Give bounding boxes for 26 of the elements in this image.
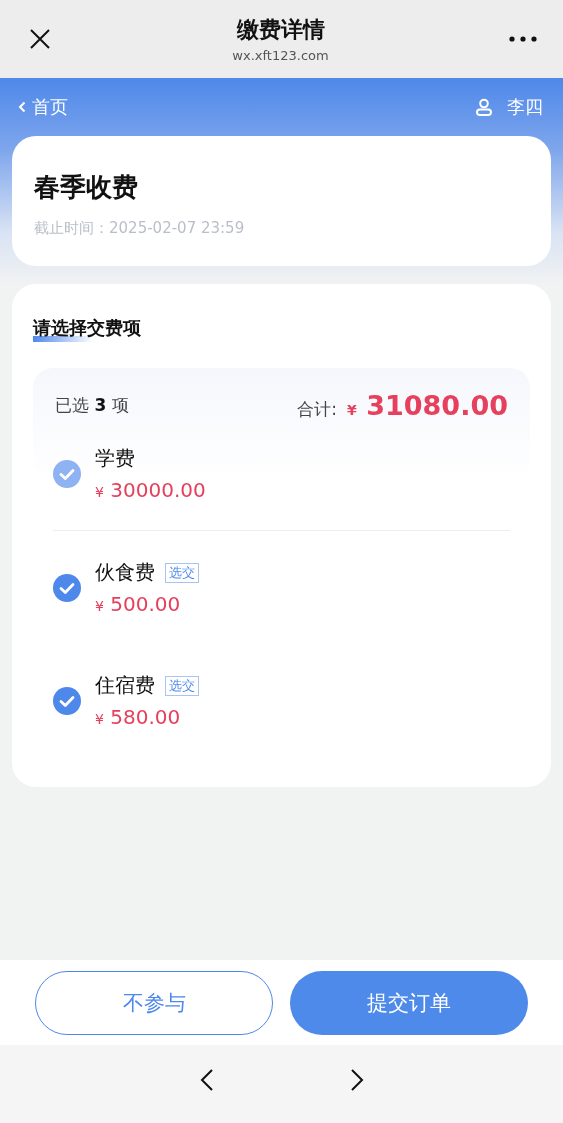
selected-count: 已选 3 项 [55, 394, 129, 417]
section-heading: 请选择交费项 [33, 316, 141, 340]
more-icon[interactable] [509, 36, 537, 42]
optional-tag: 选交 [165, 562, 199, 583]
page-url: wx.xft123.com [232, 48, 329, 63]
optional-tag: 选交 [165, 675, 199, 696]
fee-amount: ¥ 500.00 [95, 592, 182, 616]
back-link[interactable]: 首页 [18, 95, 68, 119]
fee-name: 住宿费 [95, 672, 155, 699]
window-title: 缴费详情 [235, 16, 326, 44]
user-name: 李四 [507, 95, 543, 119]
submit-button[interactable]: 提交订单 [290, 970, 528, 1035]
checkbox[interactable] [53, 686, 81, 715]
deadline-text: 截止时间：2025-02-07 23:59 [34, 219, 246, 238]
fee-amount: ¥ 580.00 [95, 705, 182, 729]
close-icon[interactable] [28, 27, 52, 51]
bill-title: 春季收费 [34, 171, 139, 204]
fee-name: 学费 [95, 445, 135, 472]
fee-name: 伙食费 [95, 559, 155, 586]
total-label: 合计: [297, 398, 338, 421]
fee-amount: ¥ 30000.00 [95, 478, 206, 502]
user-icon [475, 98, 493, 116]
total-amount: ¥ 31080.00 [347, 390, 508, 421]
back-icon [18, 101, 26, 113]
checkbox[interactable] [53, 573, 81, 602]
decline-button[interactable]: 不参与 [35, 970, 273, 1035]
